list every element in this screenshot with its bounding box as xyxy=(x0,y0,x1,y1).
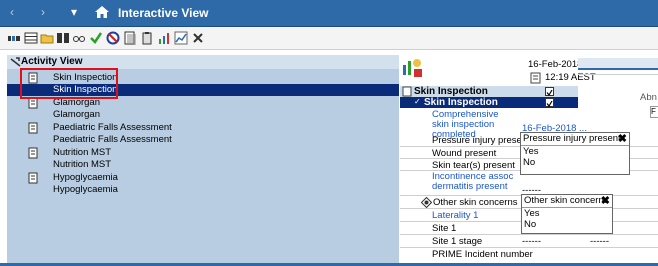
expand-diamond-icon[interactable] xyxy=(421,197,432,208)
clipboard-icon[interactable] xyxy=(140,31,154,45)
column-header-strip xyxy=(578,58,658,70)
section-icon xyxy=(402,86,412,97)
chart-icon[interactable] xyxy=(157,31,171,45)
pressure-injury-dropdown[interactable]: Pressure injury present ✖ Yes No xyxy=(520,132,630,175)
close-icon[interactable]: ✖ xyxy=(601,194,610,207)
row-label[interactable]: Incontinence assoc dermatitis present xyxy=(432,172,516,192)
highlight-box xyxy=(20,68,118,99)
toolbar xyxy=(0,27,658,50)
cancel-icon[interactable] xyxy=(106,31,120,45)
row-divider xyxy=(400,247,658,248)
document-icon xyxy=(28,122,38,134)
dropdown-option-no[interactable]: No xyxy=(522,219,612,230)
column-divider xyxy=(578,74,658,75)
dropdown-option-yes[interactable]: Yes xyxy=(522,208,612,219)
activity-item-label: Nutrition MST xyxy=(53,159,112,170)
other-skin-concerns-dropdown[interactable]: Other skin concerns ✖ Yes No xyxy=(521,194,613,234)
title-bar: ‹ › ▾ Interactive View xyxy=(0,0,658,27)
activity-icon xyxy=(10,57,21,67)
activity-item[interactable]: Glamorgan xyxy=(7,109,399,121)
check-icon: ✓ xyxy=(414,97,421,106)
section-checkbox[interactable] xyxy=(545,87,554,97)
back-arrow-icon[interactable]: ‹ xyxy=(10,5,14,19)
folder-open-icon[interactable] xyxy=(40,31,54,45)
activity-item[interactable]: Paediatric Falls Assessment xyxy=(7,122,399,134)
activity-item[interactable]: Nutrition MST xyxy=(7,147,399,159)
page-title: Interactive View xyxy=(118,6,209,20)
row-divider xyxy=(400,234,658,235)
activity-item[interactable]: Hypoglycaemia xyxy=(7,184,399,196)
filter-icon[interactable] xyxy=(7,31,21,45)
activity-item-label: Hypoglycaemia xyxy=(53,184,118,195)
activity-item[interactable]: Hypoglycaemia xyxy=(7,172,399,184)
close-icon[interactable] xyxy=(191,31,205,45)
activity-item-label: Nutrition MST xyxy=(53,147,112,158)
forward-arrow-icon[interactable]: › xyxy=(41,5,45,19)
close-icon[interactable]: ✖ xyxy=(618,132,627,145)
activity-view-header: Activity View xyxy=(7,55,399,69)
glasses-icon[interactable] xyxy=(72,31,86,45)
activity-item-label: Glamorgan xyxy=(53,109,100,120)
checkmark-icon[interactable] xyxy=(89,31,103,45)
graph-icon[interactable] xyxy=(174,31,188,45)
column-date[interactable]: 16-Feb-2018 xyxy=(528,59,582,70)
columns-icon[interactable] xyxy=(56,31,70,45)
flowsheet-chart-icon[interactable] xyxy=(402,57,424,79)
activity-item[interactable]: Paediatric Falls Assessment xyxy=(7,134,399,146)
activity-item-label: Paediatric Falls Assessment xyxy=(53,122,172,133)
activity-item-label: Hypoglycaemia xyxy=(53,172,118,183)
document-icon[interactable] xyxy=(123,31,137,45)
document-icon xyxy=(530,72,541,84)
home-icon[interactable] xyxy=(94,4,110,20)
dropdown-option-no[interactable]: No xyxy=(521,157,629,168)
document-icon xyxy=(28,172,38,184)
document-icon xyxy=(28,147,38,159)
partial-field[interactable]: F xyxy=(650,106,658,118)
row-value[interactable]: ------ xyxy=(522,236,541,247)
subsection-checkbox[interactable] xyxy=(545,98,554,108)
row-value[interactable]: ------ xyxy=(590,236,609,247)
dropdown-option-yes[interactable]: Yes xyxy=(521,146,629,157)
history-dropdown-icon[interactable]: ▾ xyxy=(71,5,77,19)
row-label[interactable]: PRIME Incident number xyxy=(432,249,548,260)
activity-item-label: Paediatric Falls Assessment xyxy=(53,134,172,145)
grid-icon[interactable] xyxy=(24,31,38,45)
abnormal-column-label: Abn xyxy=(640,92,657,103)
activity-item[interactable]: Nutrition MST xyxy=(7,159,399,171)
